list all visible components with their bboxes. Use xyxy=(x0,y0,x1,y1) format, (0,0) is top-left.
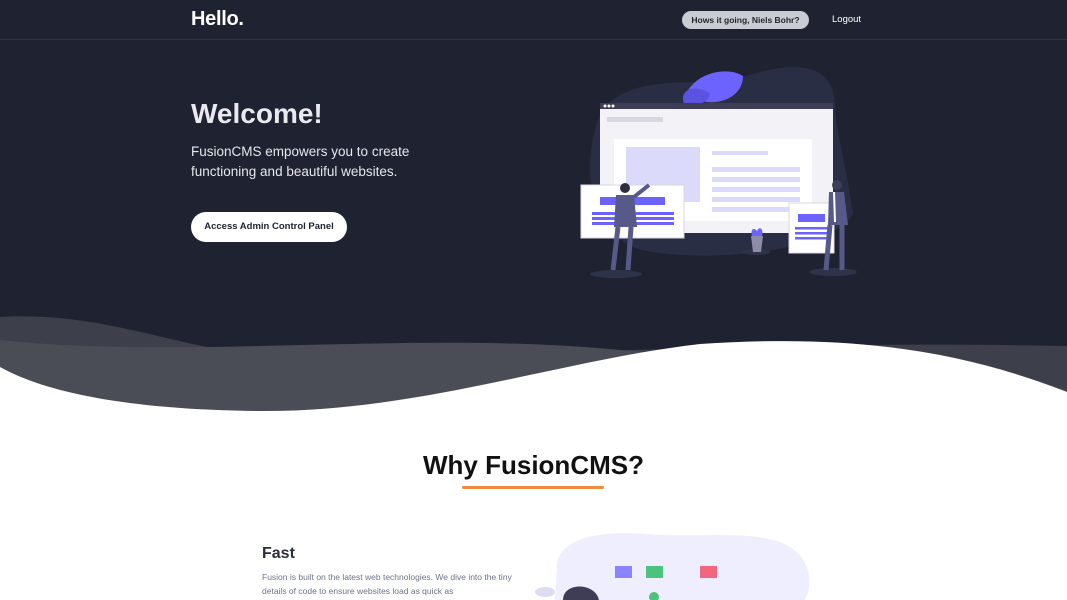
brand-logo[interactable]: Hello. xyxy=(191,8,244,31)
top-navigation: Hello. Hows it going, Niels Bohr? Logout xyxy=(0,0,1067,40)
feature-description: Fusion is built on the latest web techno… xyxy=(262,572,512,596)
hero-wave-divider xyxy=(0,316,1067,415)
access-admin-button[interactable]: Access Admin Control Panel xyxy=(191,212,347,242)
feature-title: Fast xyxy=(262,545,295,562)
title-underline xyxy=(462,486,604,489)
speed-illustration xyxy=(535,533,810,600)
logout-link[interactable]: Logout xyxy=(832,14,861,25)
website-builder-illustration xyxy=(580,67,857,278)
hero-subtitle: FusionCMS empowers you to create functio… xyxy=(191,144,410,179)
why-section-title: Why FusionCMS? xyxy=(423,450,644,480)
hero-heading: Welcome! xyxy=(191,98,323,129)
user-greeting-badge[interactable]: Hows it going, Niels Bohr? xyxy=(682,11,809,29)
